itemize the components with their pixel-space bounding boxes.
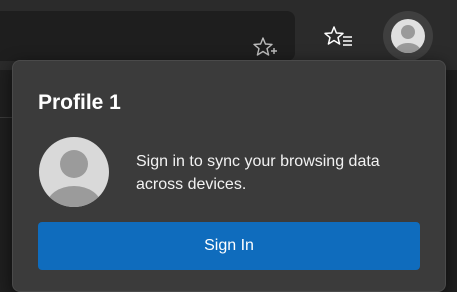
star-plus-icon[interactable] (250, 33, 280, 63)
profile-avatar-icon (391, 19, 425, 53)
star-list-icon (324, 26, 352, 46)
profile-flyout: Profile 1 Sign in to sync your browsing … (12, 60, 446, 292)
profile-name: Profile 1 (38, 91, 121, 114)
favorites-button[interactable] (322, 22, 356, 52)
profile-avatar-icon (39, 137, 109, 207)
profile-button[interactable] (383, 11, 433, 61)
sign-in-button[interactable]: Sign In (38, 222, 420, 270)
address-bar[interactable] (0, 11, 295, 61)
sync-message: Sign in to sync your browsing data acros… (136, 153, 380, 193)
divider (0, 117, 12, 118)
